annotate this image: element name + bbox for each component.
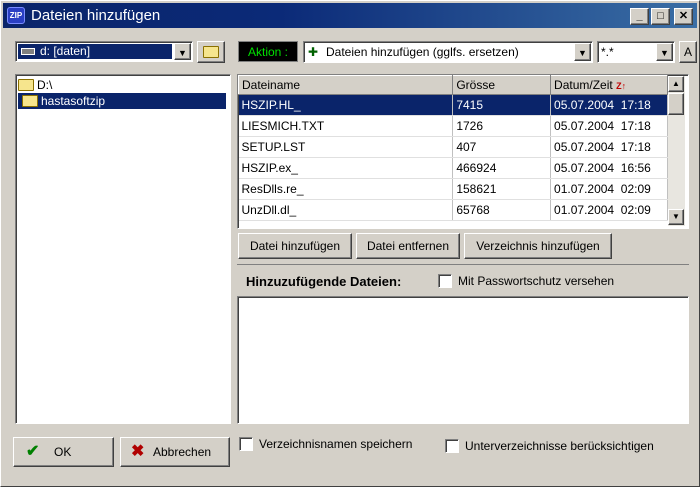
drive-combo-value: d: [daten] — [18, 44, 172, 59]
tree-item-label: D:\ — [37, 78, 53, 92]
include-subfolders-checkbox[interactable] — [445, 439, 459, 453]
column-header-date-label: Datum/Zeit — [554, 78, 613, 92]
column-header-size[interactable]: Grösse — [452, 75, 552, 95]
cell-size: 7415 — [452, 94, 552, 116]
column-header-name[interactable]: Dateiname — [238, 75, 454, 95]
folder-open-icon — [18, 79, 34, 91]
cell-name: HSZIP.HL_ — [238, 94, 454, 116]
cell-date: 01.07.2004 02:09 — [550, 178, 668, 200]
folder-open-icon — [22, 95, 38, 107]
file-table: Dateiname Grösse Datum/Zeit Z↑ HSZIP.HL_… — [238, 75, 668, 221]
add-file-button[interactable]: Datei hinzufügen — [238, 233, 352, 259]
add-folder-button[interactable]: Verzeichnis hinzufügen — [464, 233, 612, 259]
include-subfolders-label: Unterverzeichnisse berücksichtigen — [465, 439, 654, 453]
table-header: Dateiname Grösse Datum/Zeit Z↑ — [238, 75, 668, 95]
add-files-header: Hinzuzufügende Dateien: Mit Passwortschu… — [237, 264, 689, 294]
table-row[interactable]: HSZIP.HL_ 7415 05.07.2004 17:18 — [238, 94, 668, 116]
scroll-thumb[interactable] — [668, 93, 684, 115]
chevron-down-icon[interactable]: ▼ — [574, 43, 591, 61]
add-files-label: Hinzuzufügende Dateien: — [246, 274, 402, 289]
cell-name: LIESMICH.TXT — [238, 115, 454, 137]
tree-item-hastasoftzip[interactable]: hastasoftzip — [18, 93, 226, 109]
action-combo-value: Dateien hinzufügen (gglfs. ersetzen) — [326, 45, 519, 59]
cell-date: 05.07.2004 17:18 — [550, 94, 668, 116]
folder-tree[interactable]: D:\ hastasoftzip — [15, 74, 231, 424]
title-bar[interactable]: ZIP Dateien hinzufügen _ □ ✕ — [3, 3, 697, 28]
cancel-button-label: Abbrechen — [153, 445, 212, 459]
save-folder-names-label: Verzeichnisnamen speichern — [259, 437, 413, 451]
browse-folder-button[interactable] — [197, 41, 225, 63]
table-row[interactable]: LIESMICH.TXT 1726 05.07.2004 17:18 — [238, 115, 668, 137]
cell-name: ResDlls.re_ — [238, 178, 454, 200]
cell-name: SETUP.LST — [238, 136, 454, 158]
ok-button[interactable]: ✔ OK — [13, 437, 114, 467]
sort-icon: Z↑ — [616, 81, 627, 91]
minimize-icon[interactable]: _ — [630, 8, 649, 25]
save-folder-names-checkbox[interactable] — [239, 437, 253, 451]
scroll-up-icon[interactable]: ▲ — [668, 76, 684, 92]
table-row[interactable]: HSZIP.ex_ 466924 05.07.2004 16:56 — [238, 157, 668, 179]
files-to-add-list[interactable] — [237, 296, 689, 424]
cell-date: 05.07.2004 17:18 — [550, 136, 668, 158]
filter-combo-value: *.* — [601, 45, 614, 59]
column-header-date[interactable]: Datum/Zeit Z↑ — [550, 75, 668, 95]
ok-button-label: OK — [54, 445, 72, 459]
cell-size: 1726 — [452, 115, 552, 137]
cell-name: UnzDll.dl_ — [238, 199, 454, 221]
file-list[interactable]: Dateiname Grösse Datum/Zeit Z↑ HSZIP.HL_… — [237, 74, 689, 229]
tree-item-label: hastasoftzip — [41, 94, 106, 108]
open-folder-icon — [203, 46, 219, 58]
cancel-x-icon: ✖ — [131, 443, 145, 460]
maximize-icon[interactable]: □ — [651, 8, 670, 25]
table-row[interactable]: ResDlls.re_ 158621 01.07.2004 02:09 — [238, 178, 668, 200]
remove-file-button[interactable]: Datei entfernen — [356, 233, 460, 259]
cell-date: 05.07.2004 16:56 — [550, 157, 668, 179]
cell-date: 05.07.2004 17:18 — [550, 115, 668, 137]
cell-size: 158621 — [452, 178, 552, 200]
add-file-icon: ✚ — [308, 45, 319, 59]
zip-app-icon: ZIP — [7, 7, 25, 24]
password-checkbox-label: Mit Passwortschutz versehen — [458, 274, 615, 288]
table-row[interactable]: UnzDll.dl_ 65768 01.07.2004 02:09 — [238, 199, 668, 221]
cell-size: 407 — [452, 136, 552, 158]
tree-item-drive[interactable]: D:\ — [18, 77, 52, 93]
action-combo[interactable]: ✚ Dateien hinzufügen (gglfs. ersetzen) ▼ — [303, 41, 593, 63]
drive-icon — [21, 48, 35, 55]
overflow-button[interactable]: A — [679, 41, 697, 63]
drive-combo[interactable]: d: [daten] ▼ — [15, 41, 193, 62]
dialog-window: ZIP Dateien hinzufügen _ □ ✕ d: [daten] … — [0, 0, 700, 487]
table-row[interactable]: SETUP.LST 407 05.07.2004 17:18 — [238, 136, 668, 158]
cell-date: 01.07.2004 02:09 — [550, 199, 668, 221]
cell-name: HSZIP.ex_ — [238, 157, 454, 179]
file-list-scrollbar[interactable]: ▲ ▼ — [668, 76, 685, 226]
chevron-down-icon[interactable]: ▼ — [174, 43, 191, 60]
window-title: Dateien hinzufügen — [31, 7, 161, 24]
chevron-down-icon[interactable]: ▼ — [656, 43, 673, 61]
password-checkbox[interactable] — [438, 274, 452, 288]
checkmark-icon: ✔ — [26, 443, 40, 460]
action-label: Aktion : — [238, 41, 298, 62]
cancel-button[interactable]: ✖ Abbrechen — [120, 437, 230, 467]
cell-size: 65768 — [452, 199, 552, 221]
close-icon[interactable]: ✕ — [674, 8, 693, 25]
filter-combo[interactable]: *.* ▼ — [597, 41, 675, 63]
cell-size: 466924 — [452, 157, 552, 179]
scroll-down-icon[interactable]: ▼ — [668, 209, 684, 225]
